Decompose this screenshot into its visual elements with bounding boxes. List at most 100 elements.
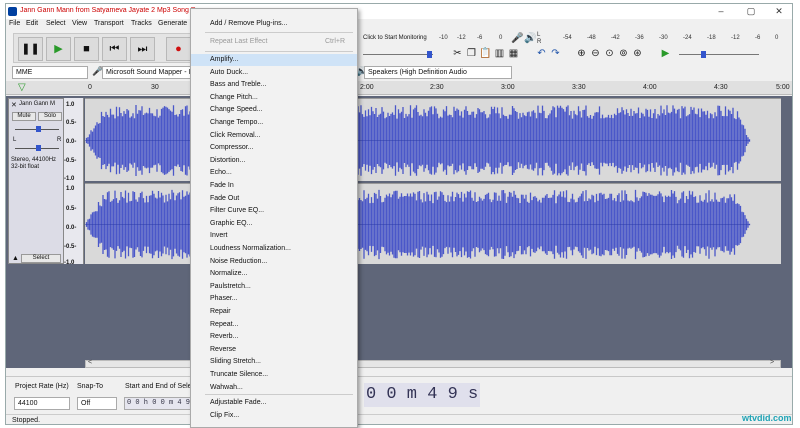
timeline-tick: 4:00 bbox=[643, 84, 657, 91]
fit-project-icon[interactable]: ⊚ bbox=[617, 47, 630, 60]
playback-speed-thumb[interactable] bbox=[701, 51, 706, 58]
menu-item-effect[interactable]: Echo... bbox=[191, 167, 357, 179]
menu-generate[interactable]: Generate bbox=[158, 20, 187, 27]
menu-item-effect[interactable]: Auto Duck... bbox=[191, 67, 357, 79]
audio-position-display[interactable]: 0 0 m 4 9 s bbox=[364, 383, 481, 407]
track-select-button[interactable]: Select bbox=[21, 254, 61, 263]
playback-speed-slider[interactable] bbox=[679, 54, 759, 55]
menu-item-effect[interactable]: Loudness Normalization... bbox=[191, 243, 357, 255]
menu-transport[interactable]: Transport bbox=[94, 20, 124, 27]
play-button[interactable]: ▶ bbox=[46, 37, 71, 61]
close-window-button[interactable]: ✕ bbox=[764, 4, 792, 19]
menu-item-effect[interactable]: Click Removal... bbox=[191, 130, 357, 142]
track-name-menu[interactable]: Jann Gann M bbox=[19, 101, 55, 107]
watermark: wtvdid.com bbox=[742, 413, 792, 423]
cut-icon[interactable]: ✂ bbox=[451, 47, 464, 60]
menu-item-effect[interactable]: Repeat... bbox=[191, 319, 357, 331]
menu-file[interactable]: File bbox=[9, 20, 20, 27]
play-at-speed-icon[interactable]: ▶ bbox=[659, 47, 672, 60]
menu-item-effect[interactable]: Phaser... bbox=[191, 293, 357, 305]
menu-view[interactable]: View bbox=[72, 20, 87, 27]
menu-item-effect[interactable]: Invert bbox=[191, 230, 357, 242]
timeline-ruler[interactable]: ▽ 0 30 2:00 2:30 3:00 3:30 4:00 4:30 5:0… bbox=[6, 81, 792, 95]
microphone-icon: 🎤 bbox=[511, 33, 524, 44]
trim-icon[interactable]: ▥ bbox=[493, 47, 506, 60]
menu-item-effect[interactable]: Change Pitch... bbox=[191, 92, 357, 104]
menu-separator bbox=[205, 51, 353, 52]
menu-item-effect[interactable]: Graphic EQ... bbox=[191, 218, 357, 230]
menu-edit[interactable]: Edit bbox=[26, 20, 38, 27]
timeline-tick: 30 bbox=[151, 84, 159, 91]
recording-volume-slider[interactable] bbox=[363, 54, 433, 55]
stop-button[interactable]: ■ bbox=[74, 37, 99, 61]
zoom-toggle-icon[interactable]: ⊛ bbox=[631, 47, 644, 60]
silence-icon[interactable]: ▦ bbox=[507, 47, 520, 60]
meter-tick: -54 bbox=[563, 35, 572, 41]
meter-tick: -12 bbox=[731, 35, 740, 41]
title-bar: Jann Gann Mann from Satyameva Jayate 2 M… bbox=[6, 4, 792, 19]
menu-item-effect[interactable]: Filter Curve EQ... bbox=[191, 205, 357, 217]
menu-item-effect[interactable]: Reverb... bbox=[191, 331, 357, 343]
selection-start-time[interactable]: 0 0 h 0 0 m 4 9 .4 bbox=[124, 397, 196, 410]
snap-to-select[interactable]: Off bbox=[77, 397, 117, 410]
fit-selection-icon[interactable]: ⊙ bbox=[603, 47, 616, 60]
track-info-format: Stereo, 44100Hz bbox=[11, 157, 57, 163]
menu-item-effect[interactable]: Bass and Treble... bbox=[191, 79, 357, 91]
pan-slider-thumb[interactable] bbox=[36, 145, 41, 151]
menu-item-effect[interactable]: Wahwah... bbox=[191, 382, 357, 394]
menu-item-effect[interactable]: Change Speed... bbox=[191, 104, 357, 116]
scale-label: 0.0- bbox=[66, 225, 77, 231]
monitor-label[interactable]: Click to Start Monitoring bbox=[363, 35, 427, 41]
menu-item-effect[interactable]: Amplify... bbox=[191, 54, 357, 67]
maximize-button[interactable]: ▢ bbox=[736, 4, 766, 19]
menu-tracks[interactable]: Tracks bbox=[131, 20, 152, 27]
skip-to-start-button[interactable]: ⏮ bbox=[102, 37, 127, 61]
mute-button[interactable]: Mute bbox=[12, 112, 36, 121]
track-close-button[interactable]: ✕ bbox=[11, 101, 17, 109]
copy-icon[interactable]: ❐ bbox=[465, 47, 478, 60]
undo-icon[interactable]: ↶ bbox=[535, 47, 548, 60]
project-rate-select[interactable]: 44100 bbox=[14, 397, 70, 410]
scroll-left-icon[interactable]: < bbox=[88, 359, 92, 366]
menu-item-effect[interactable]: Paulstretch... bbox=[191, 281, 357, 293]
output-device-select[interactable]: Speakers (High Definition Audio bbox=[364, 66, 512, 79]
menu-item-effect[interactable]: Distortion... bbox=[191, 155, 357, 167]
menu-item-effect[interactable]: Repair bbox=[191, 306, 357, 318]
redo-icon[interactable]: ↷ bbox=[549, 47, 562, 60]
recording-volume-thumb[interactable] bbox=[427, 51, 432, 58]
collapse-track-icon[interactable]: ▲ bbox=[12, 255, 19, 262]
pause-icon: ❚❚ bbox=[21, 43, 40, 55]
zoom-out-icon[interactable]: ⊖ bbox=[589, 47, 602, 60]
menu-select[interactable]: Select bbox=[46, 20, 65, 27]
menu-item-effect[interactable]: Reverse bbox=[191, 344, 357, 356]
menu-item-adjustable-fade[interactable]: Adjustable Fade... bbox=[191, 397, 357, 409]
menu-item-add-remove-plugins[interactable]: Add / Remove Plug-ins... bbox=[191, 18, 357, 30]
skip-to-end-button[interactable]: ⏭ bbox=[130, 37, 155, 61]
input-device-select[interactable]: Microsoft Sound Mapper - I bbox=[102, 66, 196, 79]
menu-item-effect[interactable]: Normalize... bbox=[191, 268, 357, 280]
tracks-area[interactable]: ✕ Jann Gann M Mute Solo L R Stereo, 4410… bbox=[6, 96, 792, 368]
paste-icon[interactable]: 📋 bbox=[479, 47, 492, 60]
menu-item-effect[interactable]: Change Tempo... bbox=[191, 117, 357, 129]
menu-item-effect[interactable]: Fade Out bbox=[191, 193, 357, 205]
pause-button[interactable]: ❚❚ bbox=[18, 37, 43, 61]
minimize-button[interactable]: – bbox=[706, 4, 736, 19]
meter-toolbar: Click to Start Monitoring -10 -12 -6 0 🎤… bbox=[361, 32, 792, 64]
solo-button[interactable]: Solo bbox=[38, 112, 62, 121]
play-icon: ▶ bbox=[54, 43, 63, 55]
record-button[interactable]: ● bbox=[166, 37, 191, 61]
menu-item-clip-fix[interactable]: Clip Fix... bbox=[191, 410, 357, 422]
selection-range-label[interactable]: Start and End of Selec bbox=[125, 383, 195, 390]
gain-slider-thumb[interactable] bbox=[36, 126, 41, 132]
timeline-tick: 3:30 bbox=[572, 84, 586, 91]
menu-item-effect[interactable]: Noise Reduction... bbox=[191, 256, 357, 268]
zoom-in-icon[interactable]: ⊕ bbox=[575, 47, 588, 60]
menu-item-effect[interactable]: Compressor... bbox=[191, 142, 357, 154]
speaker-icon: 🔊 bbox=[524, 33, 537, 44]
audio-host-select[interactable]: MME bbox=[12, 66, 88, 79]
scroll-right-icon[interactable]: > bbox=[770, 359, 774, 366]
menu-item-effect[interactable]: Fade In bbox=[191, 180, 357, 192]
menu-item-effect[interactable]: Sliding Stretch... bbox=[191, 356, 357, 368]
menu-item-effect[interactable]: Truncate Silence... bbox=[191, 369, 357, 381]
timeline-options-icon[interactable]: ▽ bbox=[18, 82, 26, 93]
